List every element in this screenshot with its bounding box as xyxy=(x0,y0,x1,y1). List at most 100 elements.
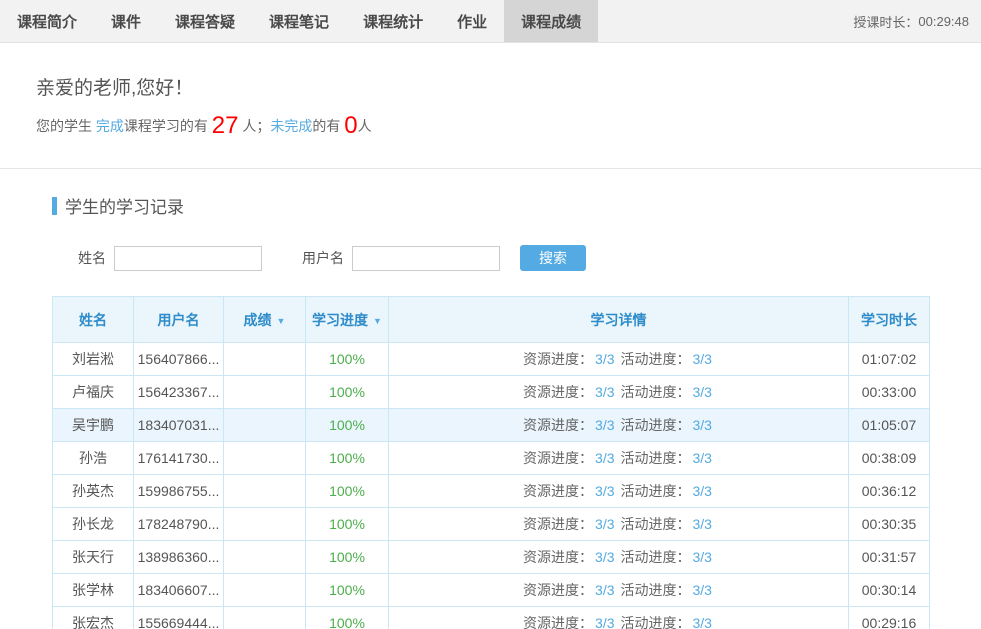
study-duration: 00:33:00 xyxy=(849,376,930,409)
activity-progress-value[interactable]: 3/3 xyxy=(693,582,712,598)
stats-completed-suffix: 人； xyxy=(238,118,270,134)
resource-progress-label: 资源进度： xyxy=(523,417,593,433)
student-username: 155669444... xyxy=(134,607,224,629)
student-username: 178248790... xyxy=(134,508,224,541)
table-row[interactable]: 张天行138986360...100%资源进度：3/3活动进度：3/300:31… xyxy=(53,541,930,574)
header-duration: 学习时长 xyxy=(849,297,930,343)
records-table-body: 刘岩淞156407866...100%资源进度：3/3活动进度：3/301:07… xyxy=(53,343,930,629)
uncompleted-count: 0 xyxy=(344,112,357,139)
teaching-duration: 授课时长： 00:29:48 xyxy=(853,0,981,42)
study-duration: 00:30:35 xyxy=(849,508,930,541)
header-progress[interactable]: 学习进度▼ xyxy=(306,297,389,343)
student-detail: 资源进度：3/3活动进度：3/3 xyxy=(389,607,849,629)
username-label: 用户名 xyxy=(302,248,344,268)
records-table: 姓名 用户名 成绩▼ 学习进度▼ 学习详情 学习时长 刘岩淞156407866.… xyxy=(52,296,930,629)
student-name: 刘岩淞 xyxy=(53,343,134,376)
resource-progress-label: 资源进度： xyxy=(523,450,593,466)
activity-progress-value[interactable]: 3/3 xyxy=(693,549,712,565)
student-name: 张学林 xyxy=(53,574,134,607)
teaching-duration-label: 授课时长： xyxy=(853,12,918,31)
activity-progress-label: 活动进度： xyxy=(621,417,691,433)
search-button[interactable]: 搜索 xyxy=(520,245,586,271)
score-sort-icon[interactable]: ▼ xyxy=(277,316,286,326)
student-score xyxy=(224,607,306,629)
nav-tab-2[interactable]: 课件 xyxy=(94,0,158,42)
username-input[interactable] xyxy=(352,246,500,271)
top-navigation: 课程简介课件课程答疑课程笔记课程统计作业课程成绩 授课时长： 00:29:48 xyxy=(0,0,981,43)
student-name: 孙长龙 xyxy=(53,508,134,541)
activity-progress-value[interactable]: 3/3 xyxy=(693,351,712,367)
greeting-stats: 您的学生 完成课程学习的有 27 人；未完成的有 0人 xyxy=(36,116,981,168)
name-input[interactable] xyxy=(114,246,262,271)
activity-progress-label: 活动进度： xyxy=(621,549,691,565)
activity-progress-value[interactable]: 3/3 xyxy=(693,615,712,629)
resource-progress-value[interactable]: 3/3 xyxy=(595,384,614,400)
activity-progress-label: 活动进度： xyxy=(621,615,691,629)
table-row[interactable]: 孙浩176141730...100%资源进度：3/3活动进度：3/300:38:… xyxy=(53,442,930,475)
header-score[interactable]: 成绩▼ xyxy=(224,297,306,343)
student-score xyxy=(224,541,306,574)
table-row[interactable]: 张学林183406607...100%资源进度：3/3活动进度：3/300:30… xyxy=(53,574,930,607)
student-progress: 100% xyxy=(306,475,389,508)
student-name: 张宏杰 xyxy=(53,607,134,629)
student-detail: 资源进度：3/3活动进度：3/3 xyxy=(389,343,849,376)
student-name: 吴宇鹏 xyxy=(53,409,134,442)
nav-tabs: 课程简介课件课程答疑课程笔记课程统计作业课程成绩 xyxy=(0,0,598,42)
resource-progress-value[interactable]: 3/3 xyxy=(595,417,614,433)
table-row[interactable]: 刘岩淞156407866...100%资源进度：3/3活动进度：3/301:07… xyxy=(53,343,930,376)
table-row[interactable]: 孙长龙178248790...100%资源进度：3/3活动进度：3/300:30… xyxy=(53,508,930,541)
table-row[interactable]: 孙英杰159986755...100%资源进度：3/3活动进度：3/300:36… xyxy=(53,475,930,508)
resource-progress-value[interactable]: 3/3 xyxy=(595,516,614,532)
activity-progress-value[interactable]: 3/3 xyxy=(693,384,712,400)
nav-tab-5[interactable]: 课程统计 xyxy=(346,0,440,42)
header-name: 姓名 xyxy=(53,297,134,343)
student-progress: 100% xyxy=(306,607,389,629)
student-username: 156423367... xyxy=(134,376,224,409)
resource-progress-label: 资源进度： xyxy=(523,549,593,565)
nav-tab-7[interactable]: 课程成绩 xyxy=(504,0,598,42)
resource-progress-value[interactable]: 3/3 xyxy=(595,450,614,466)
resource-progress-value[interactable]: 3/3 xyxy=(595,351,614,367)
study-duration: 01:05:07 xyxy=(849,409,930,442)
student-username: 159986755... xyxy=(134,475,224,508)
student-score xyxy=(224,376,306,409)
completed-link[interactable]: 完成 xyxy=(96,118,124,134)
nav-tab-3[interactable]: 课程答疑 xyxy=(158,0,252,42)
student-detail: 资源进度：3/3活动进度：3/3 xyxy=(389,475,849,508)
stats-completed-mid: 课程学习的有 xyxy=(124,118,212,134)
section-title: 学生的学习记录 xyxy=(65,193,184,218)
activity-progress-value[interactable]: 3/3 xyxy=(693,483,712,499)
student-detail: 资源进度：3/3活动进度：3/3 xyxy=(389,541,849,574)
progress-sort-icon[interactable]: ▼ xyxy=(373,316,382,326)
resource-progress-value[interactable]: 3/3 xyxy=(595,483,614,499)
section-accent-bar-icon xyxy=(52,197,57,215)
student-score xyxy=(224,475,306,508)
activity-progress-label: 活动进度： xyxy=(621,582,691,598)
resource-progress-label: 资源进度： xyxy=(523,384,593,400)
nav-tab-6[interactable]: 作业 xyxy=(440,0,504,42)
completed-count: 27 xyxy=(212,112,239,139)
table-row[interactable]: 卢福庆156423367...100%资源进度：3/3活动进度：3/300:33… xyxy=(53,376,930,409)
name-label: 姓名 xyxy=(78,248,106,268)
resource-progress-value[interactable]: 3/3 xyxy=(595,549,614,565)
table-row[interactable]: 张宏杰155669444...100%资源进度：3/3活动进度：3/300:29… xyxy=(53,607,930,629)
student-name: 张天行 xyxy=(53,541,134,574)
student-score xyxy=(224,574,306,607)
activity-progress-value[interactable]: 3/3 xyxy=(693,516,712,532)
nav-tab-1[interactable]: 课程简介 xyxy=(0,0,94,42)
table-row[interactable]: 吴宇鹏183407031...100%资源进度：3/3活动进度：3/301:05… xyxy=(53,409,930,442)
activity-progress-label: 活动进度： xyxy=(621,516,691,532)
study-duration: 00:38:09 xyxy=(849,442,930,475)
activity-progress-value[interactable]: 3/3 xyxy=(693,450,712,466)
student-name: 孙英杰 xyxy=(53,475,134,508)
resource-progress-label: 资源进度： xyxy=(523,351,593,367)
resource-progress-value[interactable]: 3/3 xyxy=(595,582,614,598)
activity-progress-value[interactable]: 3/3 xyxy=(693,417,712,433)
nav-tab-4[interactable]: 课程笔记 xyxy=(252,0,346,42)
uncompleted-link[interactable]: 未完成 xyxy=(270,118,312,134)
student-progress: 100% xyxy=(306,508,389,541)
resource-progress-label: 资源进度： xyxy=(523,483,593,499)
greeting-title: 亲爱的老师,您好！ xyxy=(36,73,981,100)
student-detail: 资源进度：3/3活动进度：3/3 xyxy=(389,376,849,409)
resource-progress-value[interactable]: 3/3 xyxy=(595,615,614,629)
